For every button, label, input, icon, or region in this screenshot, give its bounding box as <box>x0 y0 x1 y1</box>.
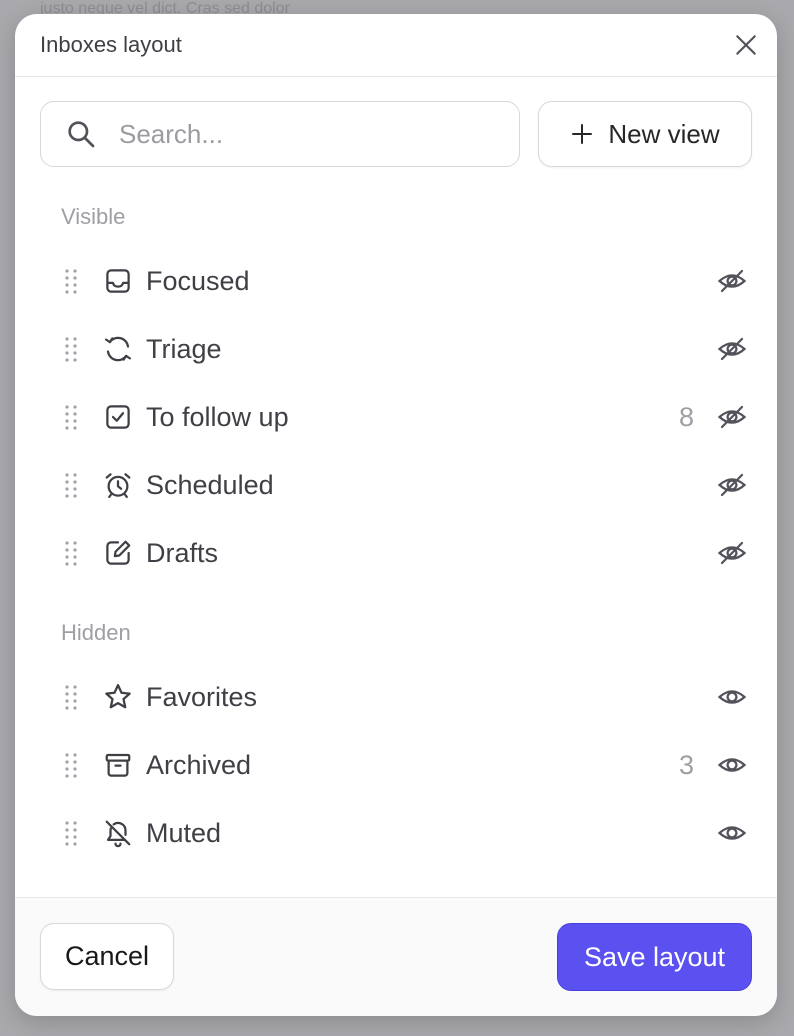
eye-icon <box>717 690 747 704</box>
eye-slash-icon <box>717 541 747 565</box>
drag-handle-icon[interactable] <box>64 336 78 362</box>
eye-icon <box>717 758 747 772</box>
section-label-hidden: Hidden <box>61 620 131 645</box>
drag-handle-icon[interactable] <box>64 752 78 778</box>
dialog-title: Inboxes layout <box>40 32 182 57</box>
checkbox-icon <box>102 401 134 433</box>
list-item-label: Favorites <box>146 681 258 712</box>
drag-handle-icon[interactable] <box>64 472 78 498</box>
list-item-label: Focused <box>146 265 250 296</box>
edit-pencil-icon <box>102 537 134 569</box>
list-item-triage[interactable]: Triage <box>40 315 752 383</box>
hide-toggle-button[interactable] <box>712 261 752 301</box>
inboxes-layout-dialog: Inboxes layout New view Visible Focused <box>15 14 777 1016</box>
dialog-footer: Cancel Save layout <box>15 897 777 1016</box>
eye-slash-icon <box>717 269 747 293</box>
section-label-visible: Visible <box>61 204 126 229</box>
eye-slash-icon <box>717 337 747 361</box>
list-item-label: Muted <box>146 817 222 848</box>
show-toggle-button[interactable] <box>712 677 752 717</box>
hide-toggle-button[interactable] <box>712 533 752 573</box>
list-item-muted[interactable]: Muted <box>40 799 752 867</box>
list-item-label: Triage <box>146 333 222 364</box>
list-item-label: Drafts <box>146 537 219 568</box>
close-button[interactable] <box>731 30 761 60</box>
list-item-label: Scheduled <box>146 469 274 500</box>
show-toggle-button[interactable] <box>712 813 752 853</box>
eye-slash-icon <box>717 405 747 429</box>
list-item-focused[interactable]: Focused <box>40 247 752 315</box>
item-count: 3 <box>678 749 694 780</box>
inbox-tray-icon <box>102 265 134 297</box>
new-view-button[interactable]: New view <box>538 101 752 167</box>
hide-toggle-button[interactable] <box>712 329 752 369</box>
refresh-cycle-icon <box>102 333 134 365</box>
hide-toggle-button[interactable] <box>712 397 752 437</box>
show-toggle-button[interactable] <box>712 745 752 785</box>
cancel-button[interactable]: Cancel <box>40 923 174 990</box>
list-item-drafts[interactable]: Drafts <box>40 519 752 587</box>
close-icon <box>736 35 756 55</box>
eye-icon <box>717 826 747 840</box>
search-input[interactable] <box>117 117 501 151</box>
save-layout-button[interactable]: Save layout <box>557 923 752 991</box>
new-view-label: New view <box>608 118 720 149</box>
list-item-favorites[interactable]: Favorites <box>40 663 752 731</box>
visible-list: Focused Triage To follow up 8 Scheduled … <box>40 247 752 587</box>
list-item-scheduled[interactable]: Scheduled <box>40 451 752 519</box>
list-item-to-follow-up[interactable]: To follow up 8 <box>40 383 752 451</box>
drag-handle-icon[interactable] <box>64 404 78 430</box>
plus-icon <box>572 124 593 144</box>
list-item-archived[interactable]: Archived 3 <box>40 731 752 799</box>
star-icon <box>102 681 134 713</box>
eye-slash-icon <box>717 473 747 497</box>
search-icon <box>65 118 97 150</box>
dialog-toolbar: New view <box>40 101 752 169</box>
alarm-clock-icon <box>102 469 134 501</box>
list-item-label: Archived <box>146 749 252 780</box>
item-count: 8 <box>678 401 694 432</box>
drag-handle-icon[interactable] <box>64 540 78 566</box>
search-field[interactable] <box>40 101 520 167</box>
archive-box-icon <box>102 749 134 781</box>
bell-slash-icon <box>102 817 134 849</box>
hide-toggle-button[interactable] <box>712 465 752 505</box>
list-item-label: To follow up <box>146 401 289 432</box>
drag-handle-icon[interactable] <box>64 268 78 294</box>
dialog-header: Inboxes layout <box>15 14 777 77</box>
drag-handle-icon[interactable] <box>64 820 78 846</box>
hidden-list: Favorites Archived 3 Muted <box>40 663 752 867</box>
drag-handle-icon[interactable] <box>64 684 78 710</box>
